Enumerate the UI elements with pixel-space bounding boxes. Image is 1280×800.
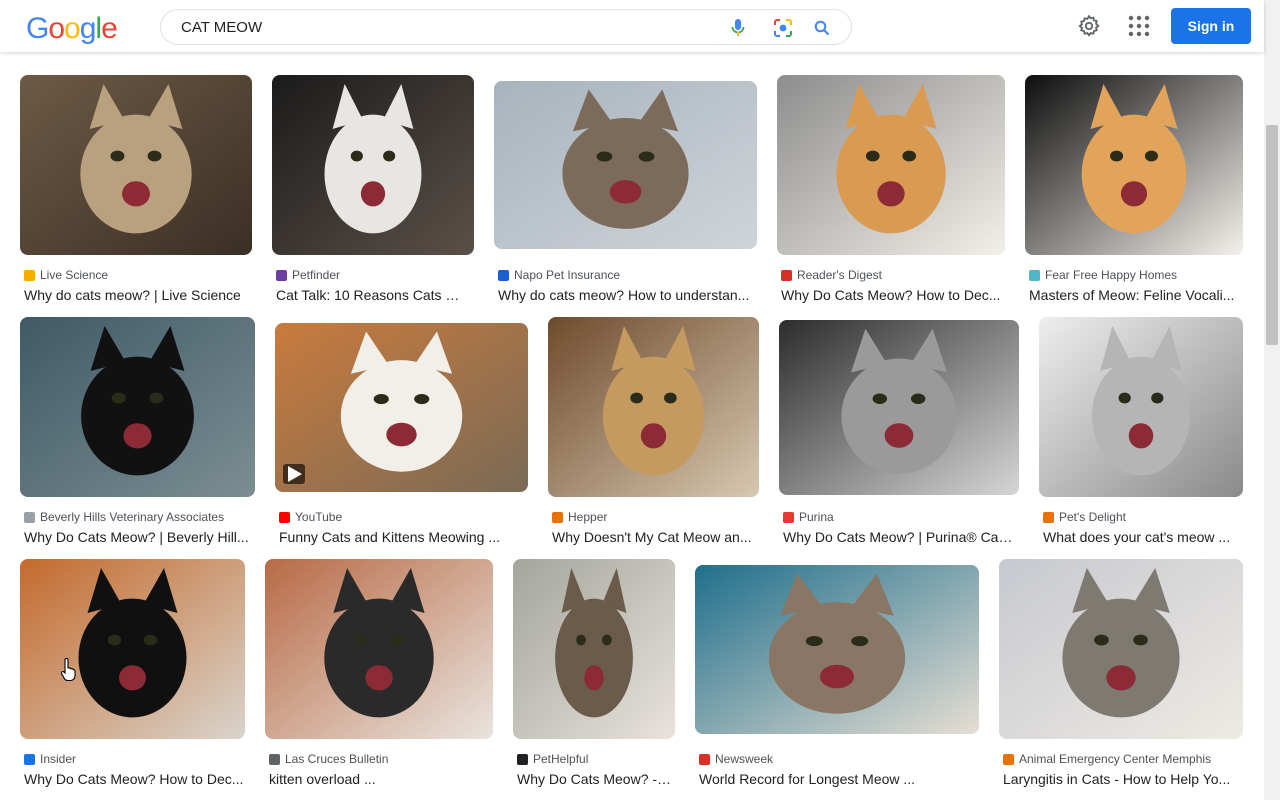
result-source-label: Pet's Delight: [1059, 510, 1126, 524]
logo-letter: e: [101, 12, 118, 45]
result-title-link[interactable]: Why Do Cats Meow? | Purina® Can...: [783, 529, 1015, 547]
image-result-thumbnail[interactable]: [999, 559, 1243, 739]
result-source-label: PetHelpful: [533, 752, 589, 766]
result-title-link[interactable]: World Record for Longest Meow ...: [699, 771, 975, 789]
result-source[interactable]: Beverly Hills Veterinary Associates: [24, 510, 250, 524]
scrollbar-track[interactable]: [1264, 0, 1280, 800]
result-source[interactable]: Purina: [783, 510, 1015, 524]
result-title-link[interactable]: Laryngitis in Cats - How to Help Yo...: [1003, 771, 1239, 789]
result-source-label: YouTube: [295, 510, 343, 524]
result-source[interactable]: Petfinder: [276, 268, 468, 282]
top-bar: Google Sign in: [0, 0, 1264, 52]
result-source-label: Reader's Digest: [797, 268, 882, 282]
result-source[interactable]: YouTube: [279, 510, 524, 524]
site-favicon-icon: [552, 511, 563, 523]
image-result-thumbnail[interactable]: [513, 559, 675, 739]
result-source[interactable]: Fear Free Happy Homes: [1029, 268, 1241, 282]
scrollbar-thumb[interactable]: [1266, 125, 1278, 345]
result-source[interactable]: Napo Pet Insurance: [498, 268, 754, 282]
result-source[interactable]: Newsweek: [699, 752, 975, 766]
image-result-thumbnail[interactable]: [265, 559, 493, 739]
result-source-label: Napo Pet Insurance: [514, 268, 621, 282]
result-title-link[interactable]: Funny Cats and Kittens Meowing ...: [279, 529, 524, 547]
site-favicon-icon: [699, 753, 710, 765]
site-favicon-icon: [781, 269, 792, 281]
result-source-label: Beverly Hills Veterinary Associates: [40, 510, 225, 524]
site-favicon-icon: [498, 269, 509, 281]
camera-lens-icon[interactable]: [772, 17, 794, 39]
search-input[interactable]: [181, 10, 701, 44]
image-result-thumbnail[interactable]: [275, 323, 528, 492]
logo-letter: G: [26, 12, 49, 45]
result-title-link[interactable]: kitten overload ...: [269, 771, 489, 789]
result-title-link[interactable]: Cat Talk: 10 Reasons Cats M...: [276, 287, 468, 305]
result-source-label: Insider: [40, 752, 77, 766]
image-result-thumbnail[interactable]: [20, 75, 252, 255]
result-source[interactable]: Animal Emergency Center Memphis: [1003, 752, 1239, 766]
result-source[interactable]: Insider: [24, 752, 244, 766]
result-source-label: Petfinder: [292, 268, 341, 282]
result-source-label: Live Science: [40, 268, 109, 282]
site-favicon-icon: [1003, 753, 1014, 765]
result-source[interactable]: Reader's Digest: [781, 268, 1001, 282]
site-favicon-icon: [24, 753, 35, 765]
sign-in-button[interactable]: Sign in: [1171, 8, 1251, 44]
site-favicon-icon: [783, 511, 794, 523]
result-source[interactable]: Live Science: [24, 268, 248, 282]
result-source[interactable]: Hepper: [552, 510, 755, 524]
result-title-link[interactable]: Why Do Cats Meow? How to Dec...: [24, 771, 244, 789]
image-result-thumbnail[interactable]: [1025, 75, 1243, 255]
result-source-label: Purina: [799, 510, 834, 524]
result-source[interactable]: Las Cruces Bulletin: [269, 752, 489, 766]
result-source-label: Las Cruces Bulletin: [285, 752, 389, 766]
site-favicon-icon: [1043, 511, 1054, 523]
search-box: [160, 9, 852, 45]
result-title-link[interactable]: Why do cats meow? | Live Science: [24, 287, 248, 305]
gear-icon[interactable]: [1077, 14, 1101, 38]
site-favicon-icon: [269, 753, 280, 765]
result-title-link[interactable]: Masters of Meow: Feline Vocali...: [1029, 287, 1241, 305]
result-title-link[interactable]: Why Do Cats Meow? | Beverly Hill...: [24, 529, 250, 547]
image-result-thumbnail[interactable]: [779, 320, 1019, 495]
search-icon[interactable]: [811, 17, 833, 39]
image-result-thumbnail[interactable]: [695, 565, 979, 734]
result-title-link[interactable]: Why Do Cats Meow? How to Dec...: [781, 287, 1001, 305]
result-title-link[interactable]: What does your cat's meow ...: [1043, 529, 1239, 547]
image-result-thumbnail[interactable]: [777, 75, 1005, 255]
result-title-link[interactable]: Why Do Cats Meow? - ...: [517, 771, 672, 789]
image-result-thumbnail[interactable]: [20, 317, 255, 497]
result-source-label: Newsweek: [715, 752, 774, 766]
result-source[interactable]: Pet's Delight: [1043, 510, 1239, 524]
logo-letter: o: [64, 12, 81, 45]
image-result-thumbnail[interactable]: [494, 81, 757, 249]
image-result-thumbnail[interactable]: [1039, 317, 1243, 497]
hand-cursor-icon: [60, 658, 76, 682]
site-favicon-icon: [517, 753, 528, 765]
result-source-label: Hepper: [568, 510, 608, 524]
image-result-thumbnail[interactable]: [272, 75, 474, 255]
site-favicon-icon: [276, 269, 287, 281]
result-title-link[interactable]: Why Doesn't My Cat Meow an...: [552, 529, 755, 547]
result-source[interactable]: PetHelpful: [517, 752, 672, 766]
logo-letter: g: [79, 12, 97, 45]
google-logo[interactable]: Google: [26, 12, 118, 46]
site-favicon-icon: [1029, 269, 1040, 281]
microphone-icon[interactable]: [727, 17, 749, 39]
logo-letter: o: [48, 12, 65, 45]
site-favicon-icon: [24, 269, 35, 281]
video-play-icon: [283, 464, 305, 484]
result-source-label: Animal Emergency Center Memphis: [1019, 752, 1212, 766]
apps-grid-icon[interactable]: [1128, 15, 1150, 37]
image-result-thumbnail[interactable]: [548, 317, 759, 497]
image-result-thumbnail[interactable]: [20, 559, 245, 739]
site-favicon-icon: [279, 511, 290, 523]
site-favicon-icon: [24, 511, 35, 523]
result-source-label: Fear Free Happy Homes: [1045, 268, 1178, 282]
result-title-link[interactable]: Why do cats meow? How to understan...: [498, 287, 754, 305]
